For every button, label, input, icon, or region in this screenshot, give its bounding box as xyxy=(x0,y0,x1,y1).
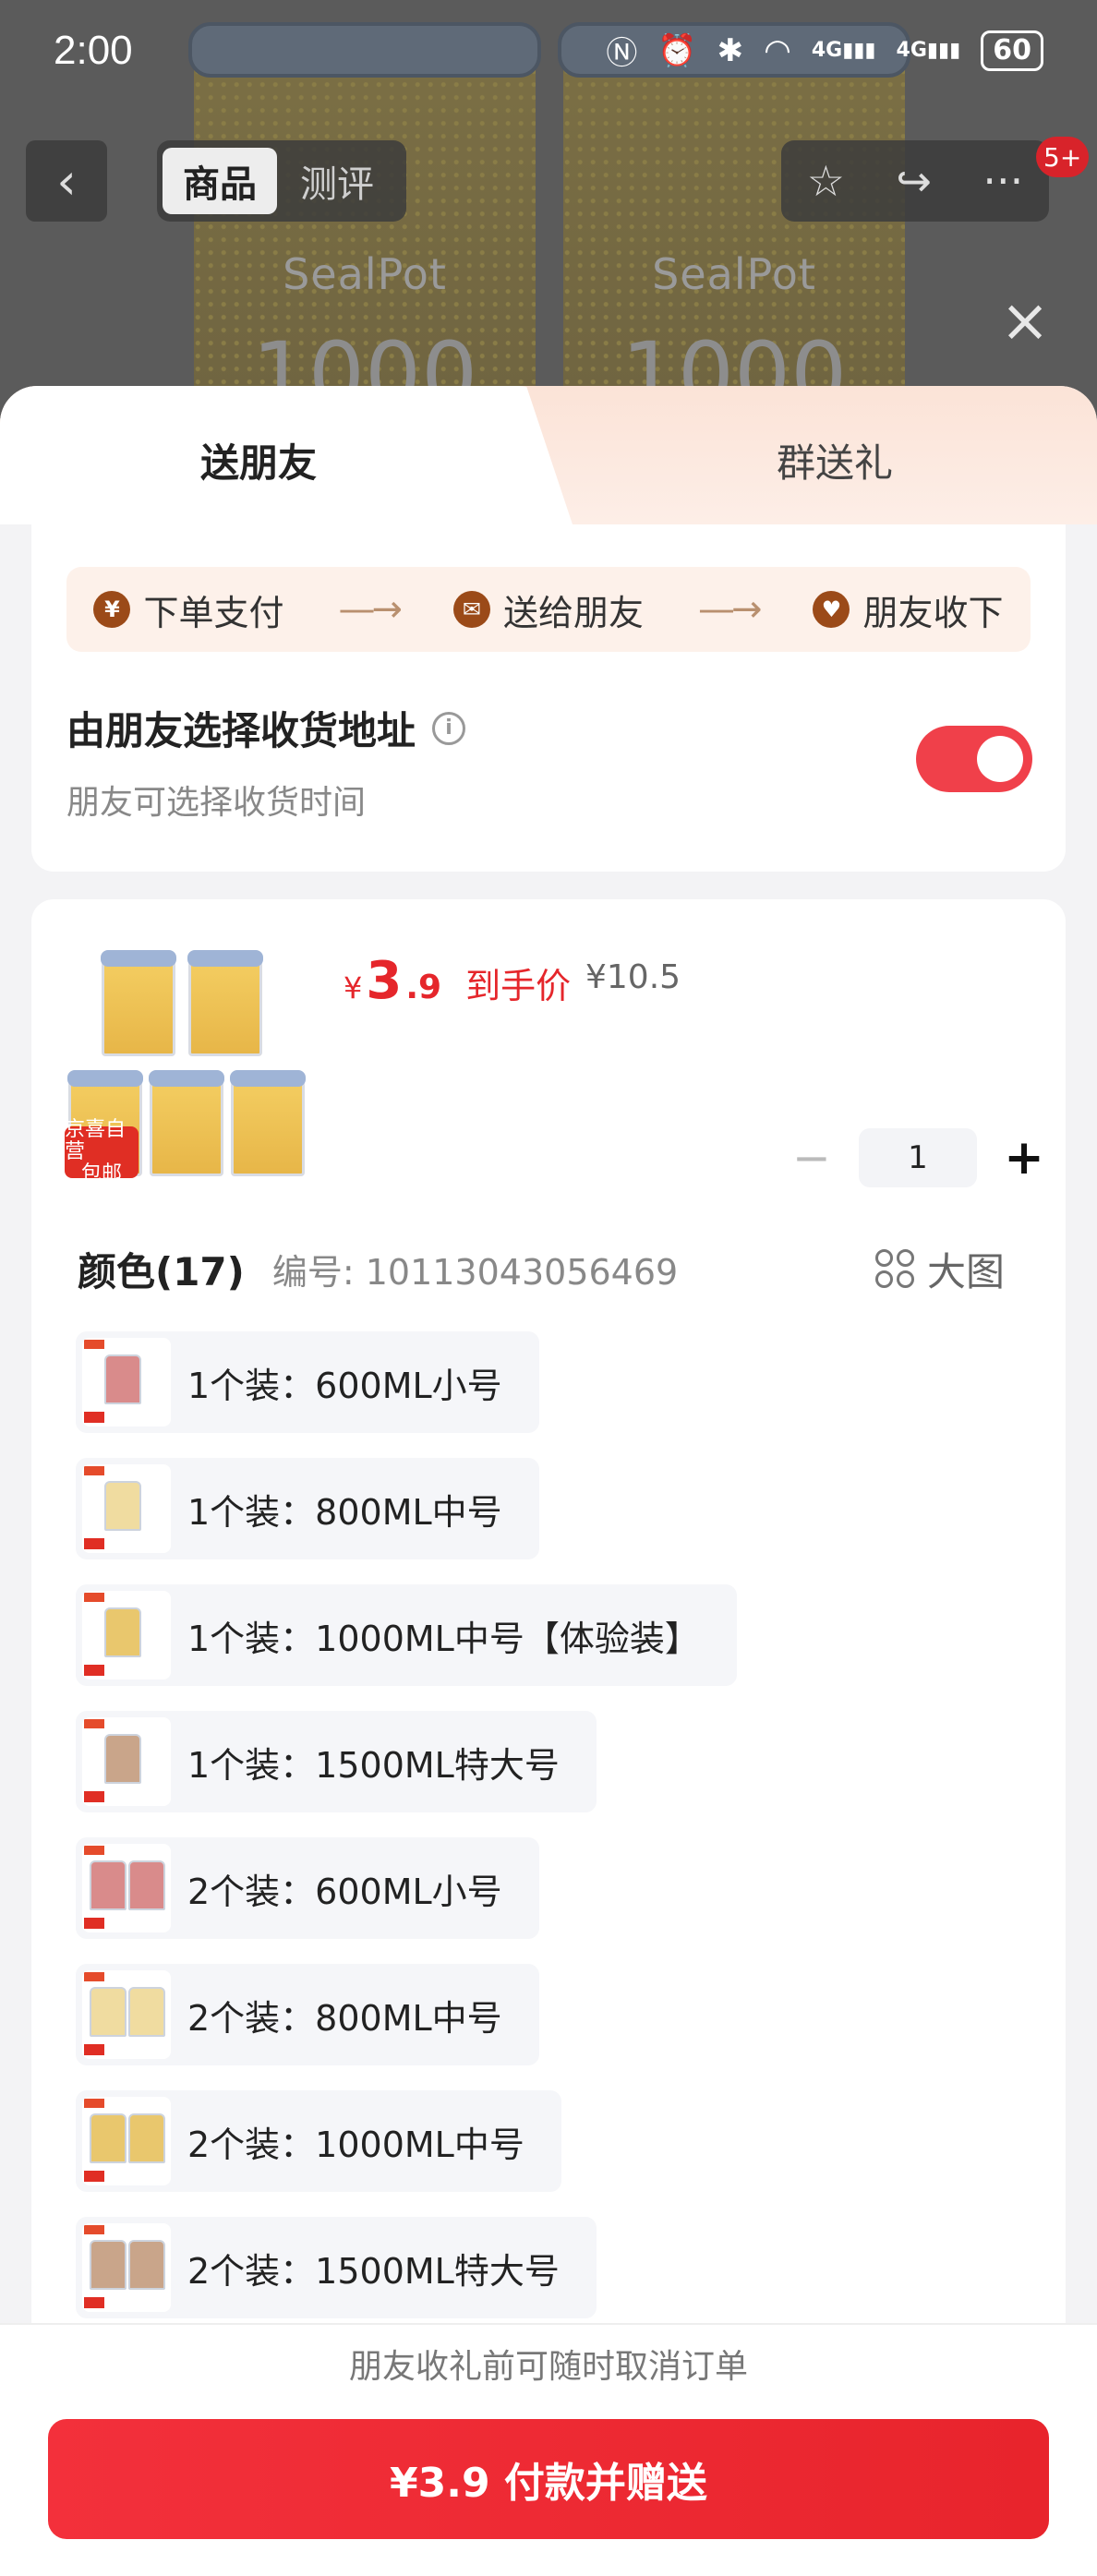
status-bar: 2:00 Ⓝ ⏰ ✱ ◠ 4G▮▮▮ 4G▮▮▮ 60 xyxy=(0,0,1097,107)
option-thumbnail xyxy=(82,1338,171,1426)
gift-icon: ♥ xyxy=(813,591,850,628)
decrease-button[interactable]: − xyxy=(789,1131,835,1185)
tab-product[interactable]: 商品 xyxy=(163,148,277,214)
spec-option[interactable]: 2个装：800ML中号 xyxy=(76,1964,539,2065)
spec-option[interactable]: 1个装：600ML小号 xyxy=(76,1331,539,1433)
original-price: ¥10.5 xyxy=(585,958,681,996)
page-tab-switch: 商品 测评 xyxy=(157,140,406,222)
spec-option[interactable]: 2个装：600ML小号 xyxy=(76,1837,539,1939)
arrow-right-icon: —→ xyxy=(697,588,762,631)
increase-button[interactable]: + xyxy=(1001,1130,1047,1186)
signal-icon: 4G▮▮▮ xyxy=(896,39,961,62)
gift-settings-card: ¥ 下单支付 —→ ✉ 送给朋友 —→ ♥ 朋友收下 由朋友选择收货地址 i 朋… xyxy=(31,524,1066,872)
option-thumbnail xyxy=(82,1844,171,1932)
spec-option[interactable]: 1个装：1500ML特大号 xyxy=(76,1711,597,1812)
gift-sheet: 送朋友 群送礼 ¥ 下单支付 —→ ✉ 送给朋友 —→ ♥ 朋友收下 由朋友选择… xyxy=(0,386,1097,2576)
top-right-tools: ☆ ↪ ··· xyxy=(781,140,1049,222)
info-icon[interactable]: i xyxy=(432,711,466,745)
address-title: 由朋友选择收货地址 i xyxy=(66,700,466,756)
spec-option[interactable]: 1个装：800ML中号 xyxy=(76,1458,539,1559)
spec-options: 1个装：600ML小号 1个装：800ML中号 1个装：1000ML中号【体验装… xyxy=(76,1331,1036,2343)
gift-tabs: 送朋友 群送礼 xyxy=(0,386,1097,524)
product-thumbnail[interactable]: 京喜自营 包邮 xyxy=(65,945,332,1186)
yuan-icon: ¥ xyxy=(93,591,131,628)
grid-icon xyxy=(874,1249,914,1288)
quantity-value[interactable]: 1 xyxy=(859,1128,977,1187)
step-receive: ♥ 朋友收下 xyxy=(813,584,1004,635)
signal-icon: 4G▮▮▮ xyxy=(811,39,876,62)
cancel-note: 朋友收礼前可随时取消订单 xyxy=(0,2323,1097,2408)
spec-option[interactable]: 1个装：1000ML中号【体验装】 xyxy=(76,1584,737,1686)
chevron-left-icon: ‹ xyxy=(56,151,77,211)
spec-option[interactable]: 2个装：1500ML特大号 xyxy=(76,2217,597,2318)
battery-icon: 60 xyxy=(981,30,1043,71)
bluetooth-icon: ✱ xyxy=(717,31,744,69)
address-subtitle: 朋友可选择收货时间 xyxy=(66,784,367,822)
pay-and-gift-button[interactable]: ¥3.9 付款并赠送 xyxy=(48,2419,1049,2539)
option-thumbnail xyxy=(82,1464,171,1553)
tab-review[interactable]: 测评 xyxy=(277,154,397,208)
final-price: ¥ 3 .9 到手价 xyxy=(344,951,572,1011)
option-thumbnail xyxy=(82,2223,171,2312)
status-icons: Ⓝ ⏰ ✱ ◠ 4G▮▮▮ 4G▮▮▮ 60 xyxy=(606,28,1043,73)
message-badge: 5+ xyxy=(1036,137,1090,177)
option-thumbnail xyxy=(82,1591,171,1679)
star-icon[interactable]: ☆ xyxy=(807,156,845,206)
more-icon[interactable]: ··· xyxy=(982,156,1023,206)
nfc-icon: Ⓝ xyxy=(606,35,638,72)
friend-address-toggle[interactable] xyxy=(916,726,1032,792)
free-shipping-badge: 京喜自营 包邮 xyxy=(65,1119,139,1186)
wechat-icon: ✉ xyxy=(452,591,490,628)
quantity-stepper: − 1 + xyxy=(789,1128,1047,1187)
sku-number: 编号: 10113043056469 xyxy=(271,1251,679,1293)
alarm-icon: ⏰ xyxy=(657,31,697,69)
spec-option[interactable]: 2个装：1000ML中号 xyxy=(76,2090,561,2192)
option-thumbnail xyxy=(82,1970,171,2059)
big-image-button[interactable]: 大图 xyxy=(874,1241,1005,1297)
arrow-right-icon: —→ xyxy=(338,588,402,631)
spec-title: 颜色(17) xyxy=(78,1248,245,1294)
spec-header: 颜色(17) 编号: 10113043056469 大图 xyxy=(78,1241,1038,1296)
status-time: 2:00 xyxy=(54,28,133,73)
option-thumbnail xyxy=(82,1717,171,1806)
option-thumbnail xyxy=(82,2097,171,2185)
step-pay: ¥ 下单支付 xyxy=(93,584,284,635)
close-icon[interactable]: × xyxy=(997,292,1053,351)
share-icon[interactable]: ↪ xyxy=(896,156,932,206)
gift-steps: ¥ 下单支付 —→ ✉ 送给朋友 —→ ♥ 朋友收下 xyxy=(66,567,1031,652)
tab-group-gift[interactable]: 群送礼 xyxy=(573,432,1097,488)
wifi-icon: ◠ xyxy=(764,31,791,69)
back-button[interactable]: ‹ xyxy=(26,140,107,222)
tab-send-friend[interactable]: 送朋友 xyxy=(0,386,573,524)
step-send: ✉ 送给朋友 xyxy=(452,584,644,635)
